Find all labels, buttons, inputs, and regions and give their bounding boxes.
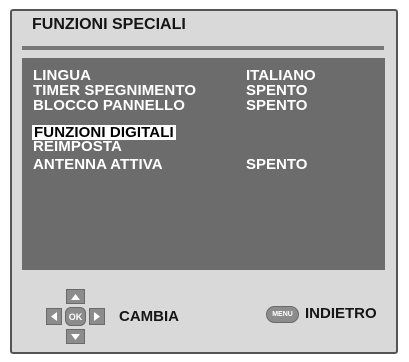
menu-item-lingua[interactable]: LINGUA <box>33 68 91 83</box>
dpad-up-icon <box>66 289 85 304</box>
menu-item-timer-spegnimento[interactable]: TIMER SPEGNIMENTO <box>33 83 196 98</box>
menu-item-antenna-attiva[interactable]: ANTENNA ATTIVA <box>33 157 163 172</box>
change-hint-label: CAMBIA <box>119 308 179 325</box>
dpad: OK <box>44 289 106 345</box>
menu-key-icon: MENU <box>266 306 299 323</box>
back-hint-label: INDIETRO <box>305 305 377 322</box>
menu-value-timer-spegnimento: SPENTO <box>246 82 308 99</box>
dpad-down-icon <box>66 329 85 344</box>
menu-value-antenna-attiva: SPENTO <box>246 156 308 173</box>
dpad-left-icon <box>46 308 62 325</box>
title-divider <box>22 46 384 50</box>
dpad-right-icon <box>89 308 105 325</box>
menu-title: FUNZIONI SPECIALI <box>32 16 186 33</box>
menu-item-blocco-pannello[interactable]: BLOCCO PANNELLO <box>33 98 185 113</box>
ok-key-icon: OK <box>65 307 86 326</box>
menu-item-reimposta[interactable]: REIMPOSTA <box>33 139 122 154</box>
menu-value-blocco-pannello: SPENTO <box>246 97 308 114</box>
menu-value-lingua: ITALIANO <box>246 67 316 84</box>
